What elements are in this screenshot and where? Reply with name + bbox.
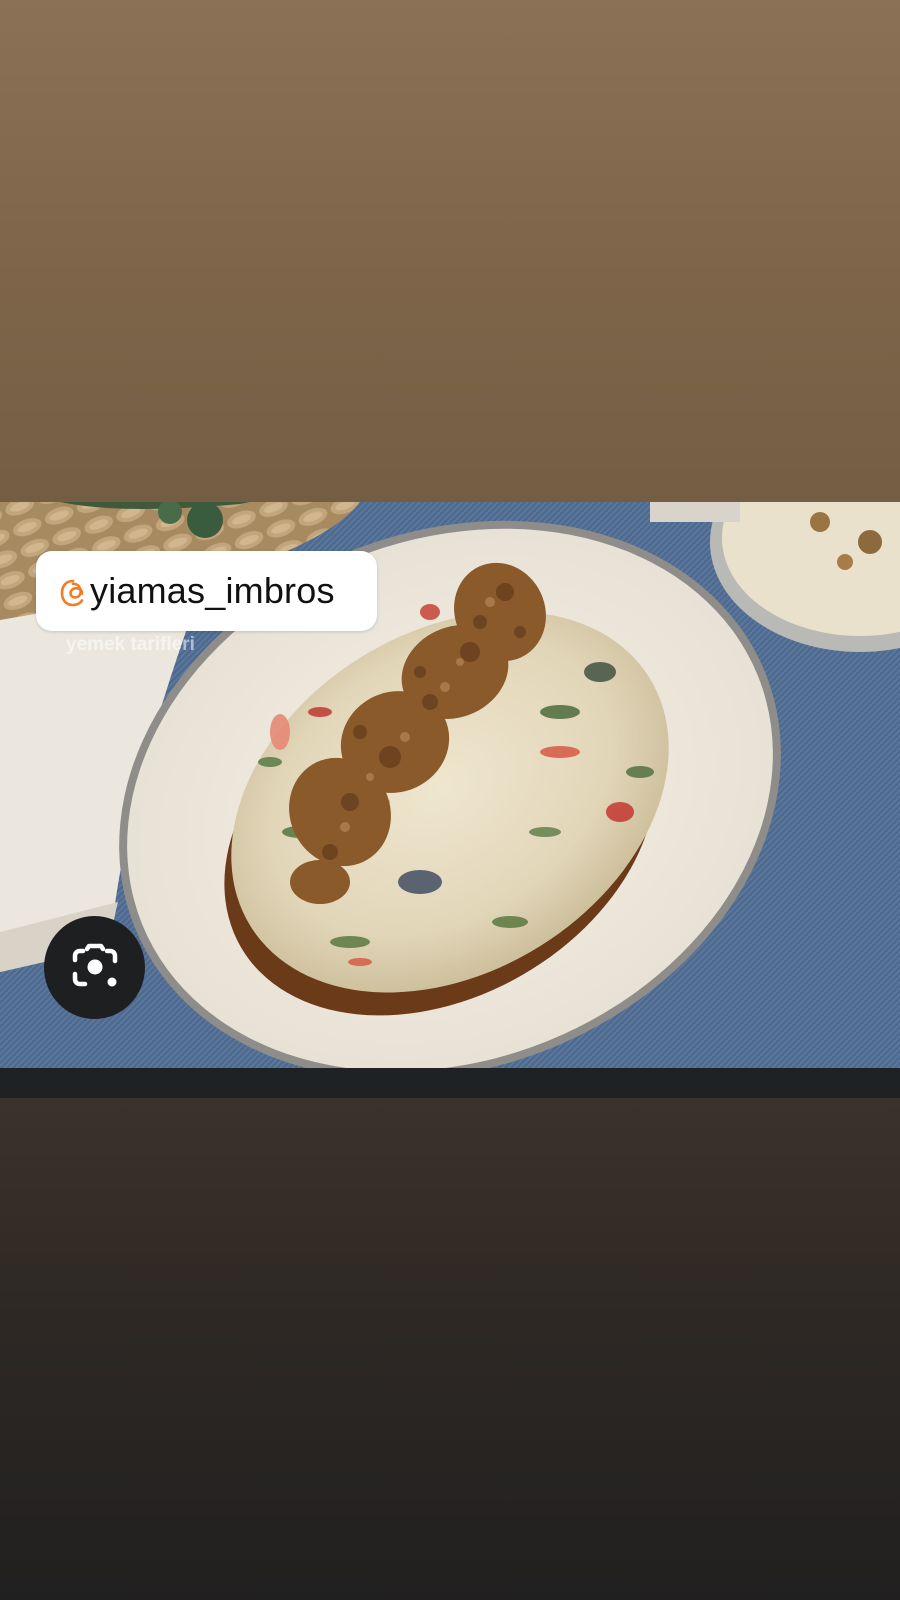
photo-watermark: yemek tarifleri xyxy=(66,634,195,655)
bottom-background xyxy=(0,1098,900,1600)
top-background xyxy=(0,0,900,502)
photo-bottom-strip xyxy=(0,1068,900,1098)
camera-lens-icon xyxy=(72,943,117,986)
mention-handle: yiamas_imbros xyxy=(90,570,335,611)
threads-icon xyxy=(60,579,84,607)
lens-search-button[interactable] xyxy=(44,916,145,1019)
mention-sticker[interactable]: yiamas_imbros xyxy=(36,551,377,631)
story-viewer: yiamas_imbros yemek tarifleri xyxy=(0,0,900,1600)
